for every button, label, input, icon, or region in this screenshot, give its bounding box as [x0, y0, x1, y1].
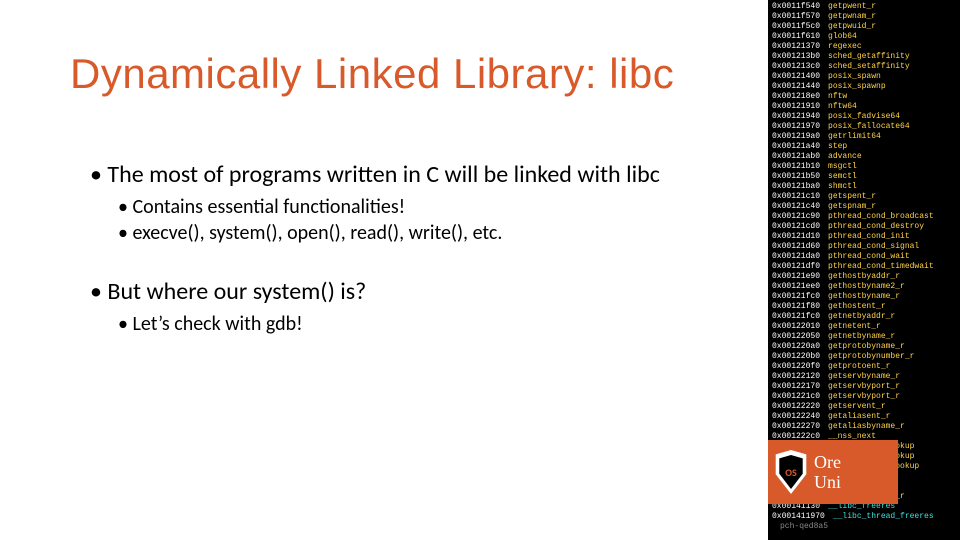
symbol-row: 0x00121fc0getnetbyaddr_r [772, 312, 956, 322]
bullet-main-1: The most of programs written in C will b… [90, 160, 750, 189]
symbol-row: 0x00121df0pthread_cond_timedwait [772, 262, 956, 272]
logo-line-1: Ore [814, 452, 841, 472]
symbol-row: 0x00121a40step [772, 142, 956, 152]
symbol-row: 0x00121fc0gethostbyname_r [772, 292, 956, 302]
bullet-main-2: But where our system() is? [90, 277, 750, 306]
symbol-row: 0x0011f570getpwnam_r [772, 12, 956, 22]
bullet-sub-1a: Contains essential functionalities! [118, 195, 750, 219]
symbol-row: 0x00121400posix_spawn [772, 72, 956, 82]
logo-line-2: Uni [814, 472, 841, 492]
symbol-row: 0x00121d60pthread_cond_signal [772, 242, 956, 252]
symbol-row: 0x00122240getaliasent_r [772, 412, 956, 422]
symbol-row: 0x00121970posix_fallocate64 [772, 122, 956, 132]
symbol-row: 0x00121da0pthread_cond_wait [772, 252, 956, 262]
logo-text: Ore Uni [814, 452, 841, 492]
symbol-row: 0x0011f540getpwent_r [772, 2, 956, 12]
symbol-row: 0x00121ee0gethostbyname2_r [772, 282, 956, 292]
symbol-row: 0x00121c10getspent_r [772, 192, 956, 202]
slide-body: The most of programs written in C will b… [90, 160, 750, 338]
symbol-row: 0x001220f0getprotoent_r [772, 362, 956, 372]
symbol-row: 0x00122170getservbyport_r [772, 382, 956, 392]
symbol-row: 0x00121cd0pthread_cond_destroy [772, 222, 956, 232]
symbol-row: pch-qed8a5 [772, 522, 956, 532]
symbol-row: 0x001411970__libc_thread_freeres [772, 512, 956, 522]
symbol-row: 0x00121370regexec [772, 42, 956, 52]
symbol-row: 0x00122120getservbyname_r [772, 372, 956, 382]
slide: Dynamically Linked Library: libc The mos… [0, 0, 960, 540]
bullet-sub-2a: Let’s check with gdb! [118, 312, 750, 336]
shield-icon: OS [774, 450, 808, 494]
symbol-row: 0x0011f610glob64 [772, 32, 956, 42]
symbol-row: 0x00121ab0advance [772, 152, 956, 162]
symbol-row: 0x00121c90pthread_cond_broadcast [772, 212, 956, 222]
symbol-row: 0x001220a0getprotobyname_r [772, 342, 956, 352]
symbol-row: 0x00122270getaliasbyname_r [772, 422, 956, 432]
symbol-row: 0x00121d10pthread_cond_init [772, 232, 956, 242]
symbol-row: 0x001220b0getprotobynumber_r [772, 352, 956, 362]
university-logo: OS Ore Uni [768, 440, 898, 504]
bullet-sub-1b: execve(), system(), open(), read(), writ… [118, 221, 750, 245]
symbol-row: 0x00122010getnetent_r [772, 322, 956, 332]
symbol-row: 0x001213c0sched_setaffinity [772, 62, 956, 72]
symbol-row: 0x00122220getservent_r [772, 402, 956, 412]
symbol-row: 0x00121910nftw64 [772, 102, 956, 112]
symbol-row: 0x00121940posix_fadvise64 [772, 112, 956, 122]
symbol-row: 0x00121440posix_spawnp [772, 82, 956, 92]
symbol-row: 0x00121e90gethostbyaddr_r [772, 272, 956, 282]
symbol-row: 0x001219a0getrlimit64 [772, 132, 956, 142]
symbol-row: 0x001213b0sched_getaffinity [772, 52, 956, 62]
symbol-row: 0x00121ba0shmctl [772, 182, 956, 192]
symbol-row: 0x00121b50semctl [772, 172, 956, 182]
symbol-row: 0x001218e0nftw [772, 92, 956, 102]
symbol-row: 0x0011f5c0getpwuid_r [772, 22, 956, 32]
symbol-row: 0x00122050getnetbyname_r [772, 332, 956, 342]
symbol-row: 0x00121b10msgctl [772, 162, 956, 172]
symbol-row: 0x00121f80gethostent_r [772, 302, 956, 312]
symbol-row: 0x00121c40getspnam_r [772, 202, 956, 212]
symbol-row: 0x001221c0getservbyport_r [772, 392, 956, 402]
slide-title: Dynamically Linked Library: libc [70, 50, 674, 98]
